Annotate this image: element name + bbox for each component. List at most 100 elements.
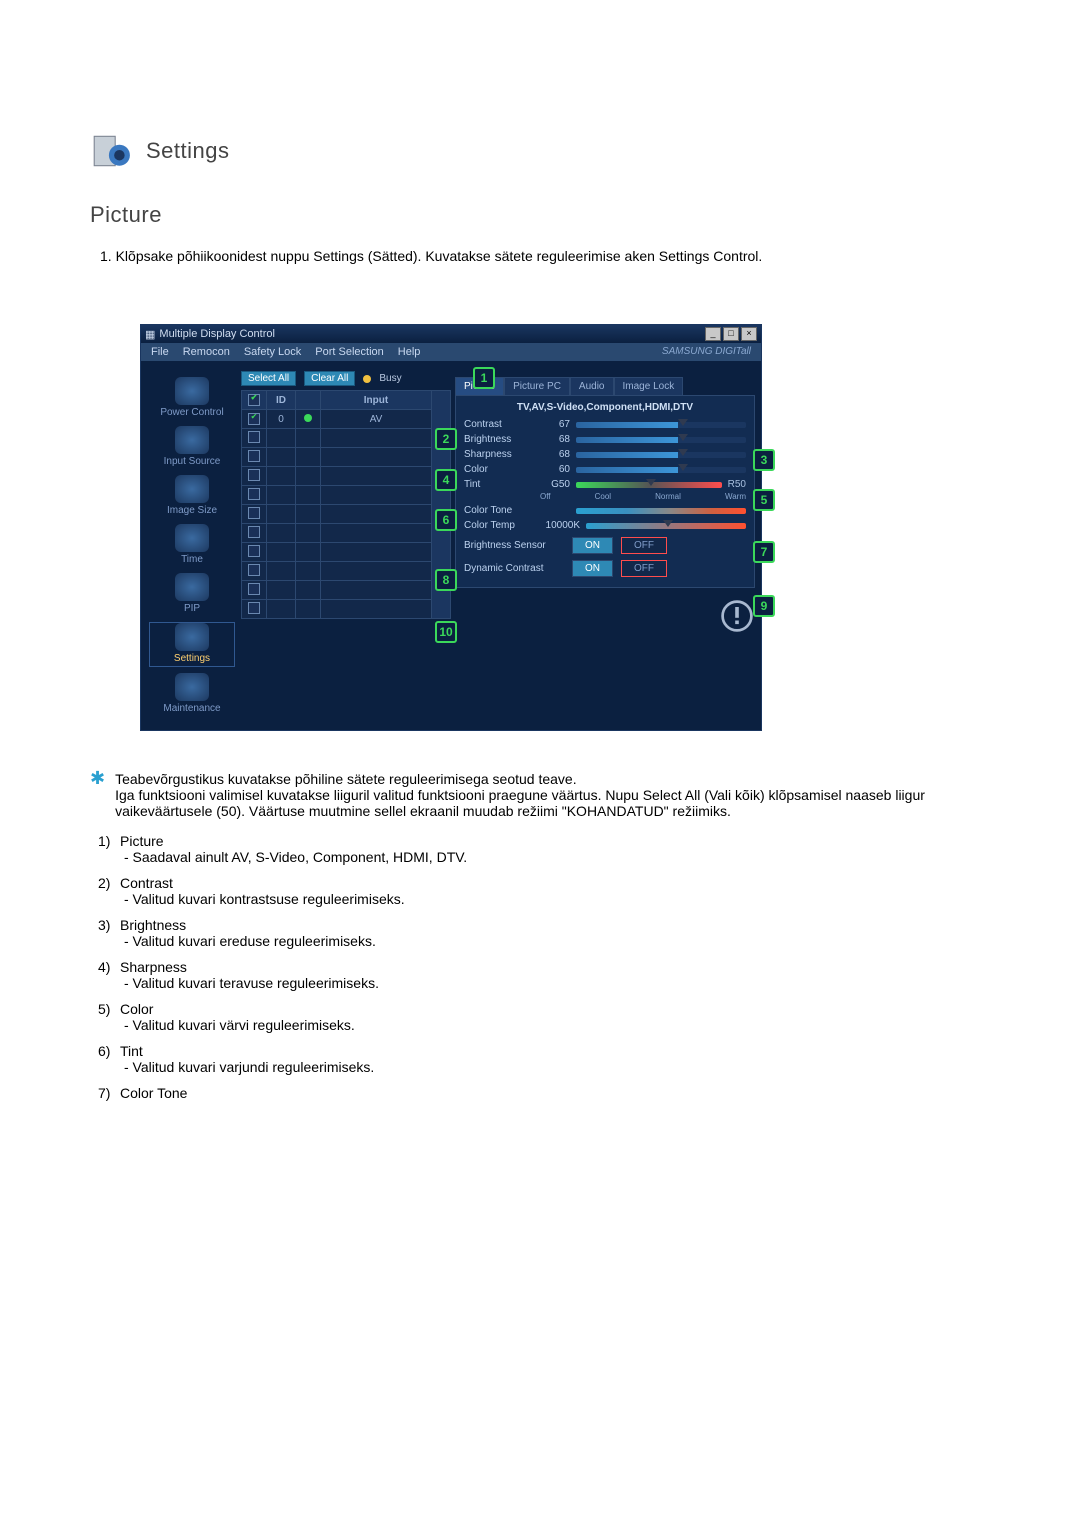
callout-4: 4 bbox=[435, 469, 457, 491]
cell-id: 0 bbox=[267, 410, 296, 429]
label-color-temp: Color Temp bbox=[464, 520, 534, 531]
table-row[interactable] bbox=[242, 505, 451, 524]
titlebar: ▦ Multiple Display Control _ □ × bbox=[141, 325, 761, 343]
clear-all-button[interactable]: Clear All bbox=[304, 371, 355, 386]
slider-brightness[interactable] bbox=[576, 437, 746, 443]
header-checkbox[interactable] bbox=[248, 394, 260, 406]
value-sharpness: 68 bbox=[540, 449, 570, 460]
row-checkbox[interactable] bbox=[248, 488, 260, 500]
callout-7: 7 bbox=[753, 541, 775, 563]
table-row[interactable] bbox=[242, 562, 451, 581]
app-icon: ▦ bbox=[145, 328, 155, 341]
window-title: Multiple Display Control bbox=[159, 328, 275, 340]
value-contrast: 67 bbox=[540, 419, 570, 430]
callout-3: 3 bbox=[753, 449, 775, 471]
warning-icon bbox=[719, 598, 755, 634]
table-row[interactable] bbox=[242, 448, 451, 467]
callout-6: 6 bbox=[435, 509, 457, 531]
label-tint: Tint bbox=[464, 479, 534, 490]
sidebar-item-time[interactable]: Time bbox=[150, 524, 234, 567]
row-checkbox[interactable] bbox=[248, 413, 260, 425]
table-row[interactable] bbox=[242, 486, 451, 505]
row-checkbox[interactable] bbox=[248, 450, 260, 462]
menu-safety-lock[interactable]: Safety Lock bbox=[244, 346, 301, 358]
slider-color[interactable] bbox=[576, 467, 746, 473]
label-color-tone: Color Tone bbox=[464, 505, 534, 516]
slider-color-temp[interactable] bbox=[586, 523, 746, 529]
tab-image-lock[interactable]: Image Lock bbox=[614, 377, 684, 395]
sidebar-item-image[interactable]: Image Size bbox=[150, 475, 234, 518]
time-icon bbox=[175, 524, 209, 552]
settings-nav-icon bbox=[175, 623, 209, 651]
display-table: ID Input 0 AV bbox=[241, 390, 451, 619]
value-tint-g: G50 bbox=[540, 479, 570, 490]
star-icon: ✱ bbox=[90, 771, 105, 819]
row-checkbox[interactable] bbox=[248, 545, 260, 557]
table-row[interactable] bbox=[242, 600, 451, 619]
row-checkbox[interactable] bbox=[248, 469, 260, 481]
table-row[interactable] bbox=[242, 467, 451, 486]
menu-remocon[interactable]: Remocon bbox=[183, 346, 230, 358]
cell-input: AV bbox=[321, 410, 432, 429]
select-all-button[interactable]: Select All bbox=[241, 371, 296, 386]
maximize-button[interactable]: □ bbox=[723, 327, 739, 341]
callout-5: 5 bbox=[753, 489, 775, 511]
slider-tint[interactable] bbox=[576, 482, 722, 488]
note-line-2: Iga funktsiooni valimisel kuvatakse liig… bbox=[115, 787, 990, 819]
col-input: Input bbox=[321, 391, 432, 410]
slider-sharpness[interactable] bbox=[576, 452, 746, 458]
label-contrast: Contrast bbox=[464, 419, 534, 430]
sidebar-item-input[interactable]: Input Source bbox=[150, 426, 234, 469]
power-icon bbox=[175, 377, 209, 405]
minimize-button[interactable]: _ bbox=[705, 327, 721, 341]
settings-icon bbox=[90, 130, 132, 172]
callout-8: 8 bbox=[435, 569, 457, 591]
table-row[interactable] bbox=[242, 429, 451, 448]
brightness-sensor-off-button[interactable]: OFF bbox=[621, 537, 667, 554]
section-title: Picture bbox=[90, 202, 990, 228]
menu-help[interactable]: Help bbox=[398, 346, 421, 358]
menu-port-selection[interactable]: Port Selection bbox=[315, 346, 383, 358]
label-color: Color bbox=[464, 464, 534, 475]
table-row[interactable] bbox=[242, 581, 451, 600]
row-checkbox[interactable] bbox=[248, 564, 260, 576]
slider-contrast[interactable] bbox=[576, 422, 746, 428]
status-dot-icon bbox=[304, 414, 312, 422]
menubar: File Remocon Safety Lock Port Selection … bbox=[141, 343, 761, 361]
row-checkbox[interactable] bbox=[248, 602, 260, 614]
sidebar: Power Control Input Source Image Size Ti… bbox=[147, 371, 237, 716]
row-checkbox[interactable] bbox=[248, 507, 260, 519]
row-checkbox[interactable] bbox=[248, 431, 260, 443]
menu-file[interactable]: File bbox=[151, 346, 169, 358]
sidebar-item-power[interactable]: Power Control bbox=[150, 377, 234, 420]
image-icon bbox=[175, 475, 209, 503]
busy-indicator-icon bbox=[363, 375, 371, 383]
sidebar-item-settings[interactable]: Settings bbox=[149, 622, 235, 667]
table-row[interactable] bbox=[242, 543, 451, 562]
panel-subtitle: TV,AV,S-Video,Component,HDMI,DTV bbox=[464, 402, 746, 413]
dynamic-contrast-off-button[interactable]: OFF bbox=[621, 560, 667, 577]
app-window: ▦ Multiple Display Control _ □ × File Re… bbox=[140, 324, 762, 731]
maintenance-icon bbox=[175, 673, 209, 701]
tab-audio[interactable]: Audio bbox=[570, 377, 614, 395]
page-header: Settings bbox=[90, 40, 990, 172]
value-brightness: 68 bbox=[540, 434, 570, 445]
col-id: ID bbox=[267, 391, 296, 410]
close-button[interactable]: × bbox=[741, 327, 757, 341]
label-sharpness: Sharpness bbox=[464, 449, 534, 460]
row-checkbox[interactable] bbox=[248, 583, 260, 595]
row-checkbox[interactable] bbox=[248, 526, 260, 538]
tab-picture-pc[interactable]: Picture PC bbox=[504, 377, 570, 395]
pip-icon bbox=[175, 573, 209, 601]
callout-10: 10 bbox=[435, 621, 457, 643]
value-color: 60 bbox=[540, 464, 570, 475]
sidebar-item-pip[interactable]: PIP bbox=[150, 573, 234, 616]
brightness-sensor-on-button[interactable]: ON bbox=[572, 537, 613, 554]
slider-color-tone[interactable] bbox=[576, 508, 746, 514]
label-dynamic-contrast: Dynamic Contrast bbox=[464, 563, 564, 574]
sidebar-item-maintenance[interactable]: Maintenance bbox=[150, 673, 234, 716]
dynamic-contrast-on-button[interactable]: ON bbox=[572, 560, 613, 577]
table-row[interactable] bbox=[242, 524, 451, 543]
note-block: ✱ Teabevõrgustikus kuvatakse põhiline sä… bbox=[90, 771, 990, 819]
table-row[interactable]: 0 AV bbox=[242, 410, 451, 429]
